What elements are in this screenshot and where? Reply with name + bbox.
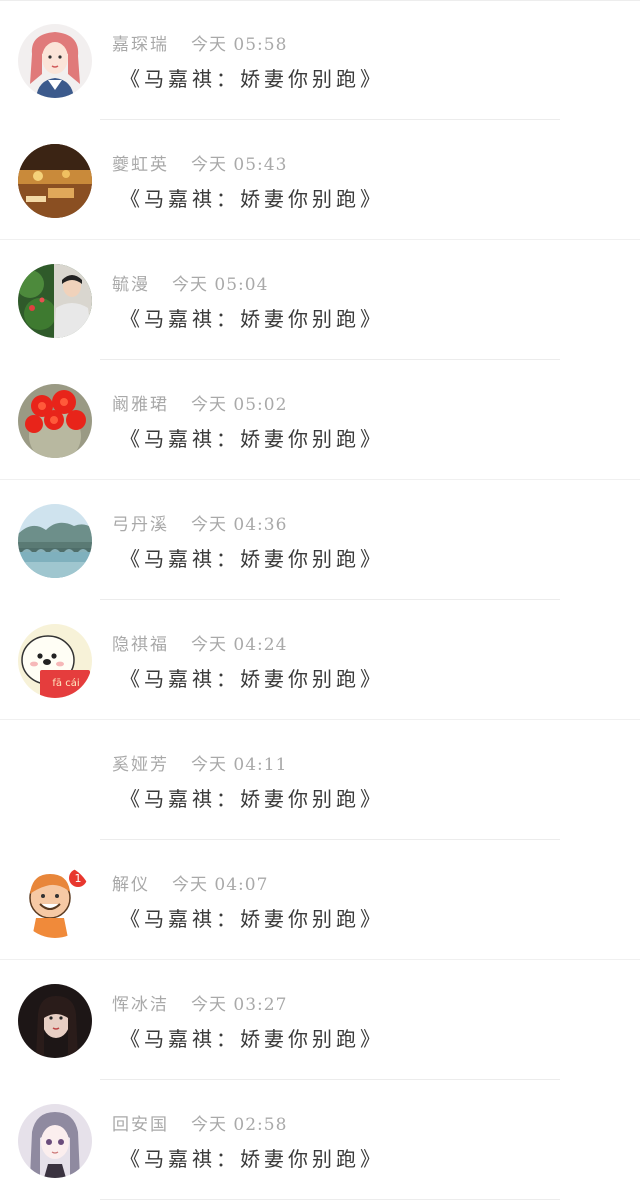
message-text: 《马嘉祺：娇妻你别跑》 [120, 187, 384, 211]
message-meta: 恽冰洁 今天 03:27 [112, 990, 287, 1016]
message-text: 《马嘉祺：娇妻你别跑》 [120, 667, 384, 691]
man-in-garden-avatar[interactable] [18, 264, 92, 338]
message-time: 今天 04:36 [191, 515, 288, 535]
message-meta: 阚雅珺 今天 05:02 [112, 390, 287, 416]
sender-name: 回安国 [112, 1115, 169, 1135]
message-row[interactable]: 嘉琛瑞 今天 05:58 《马嘉祺：娇妻你别跑》 [0, 0, 640, 120]
girl-red-hair-avatar[interactable] [18, 24, 92, 98]
sender-name: 嘉琛瑞 [112, 35, 169, 55]
sender-name: 弓丹溪 [112, 515, 169, 535]
message-row[interactable]: 弓丹溪 今天 04:36 《马嘉祺：娇妻你别跑》 [0, 480, 640, 600]
message-time: 今天 04:24 [191, 635, 288, 655]
message-meta: 夔虹英 今天 05:43 [112, 150, 287, 176]
message-time: 今天 04:07 [172, 875, 269, 895]
message-meta: 奚娅芳 今天 04:11 [112, 750, 287, 776]
message-row[interactable]: 1 解仪 今天 04:07 《马嘉祺：娇妻你别跑》 [0, 840, 640, 960]
message-time: 今天 05:43 [191, 155, 288, 175]
cartoon-boy-avatar[interactable]: 1 [18, 864, 92, 938]
cartoon-seal-facai-avatar[interactable]: fā cái [18, 624, 92, 698]
message-row[interactable]: 恽冰洁 今天 03:27 《马嘉祺：娇妻你别跑》 [0, 960, 640, 1080]
message-time: 今天 04:11 [191, 755, 288, 775]
anime-girl-avatar[interactable] [18, 1104, 92, 1178]
message-row[interactable]: 毓漫 今天 05:04 《马嘉祺：娇妻你别跑》 [0, 240, 640, 360]
facai-text: fā cái [52, 677, 79, 689]
message-text: 《马嘉祺：娇妻你别跑》 [120, 1147, 384, 1171]
row-divider [100, 1199, 560, 1200]
sender-name: 解仪 [112, 875, 150, 895]
dark-hair-girl-avatar[interactable] [18, 984, 92, 1058]
sender-name: 夔虹英 [112, 155, 169, 175]
sender-name: 奚娅芳 [112, 755, 169, 775]
red-cactus-flower-avatar[interactable] [18, 384, 92, 458]
message-meta: 隐祺福 今天 04:24 [112, 630, 287, 656]
message-row[interactable]: fā cái 隐祺福 今天 04:24 《马嘉祺：娇妻你别跑》 [0, 600, 640, 720]
message-text: 《马嘉祺：娇妻你别跑》 [120, 67, 384, 91]
message-text: 《马嘉祺：娇妻你别跑》 [120, 787, 384, 811]
sender-name: 阚雅珺 [112, 395, 169, 415]
message-text: 《马嘉祺：娇妻你别跑》 [120, 547, 384, 571]
message-time: 今天 05:58 [191, 35, 288, 55]
message-meta: 解仪 今天 04:07 [112, 870, 268, 896]
message-row[interactable]: 回安国 今天 02:58 《马嘉祺：娇妻你别跑》 [0, 1080, 640, 1200]
message-text: 《马嘉祺：娇妻你别跑》 [120, 907, 384, 931]
message-text: 《马嘉祺：娇妻你别跑》 [120, 1027, 384, 1051]
bridge-lake-avatar[interactable] [18, 504, 92, 578]
message-text: 《马嘉祺：娇妻你别跑》 [120, 427, 384, 451]
message-time: 今天 05:04 [172, 275, 269, 295]
badge-number: 1 [75, 872, 82, 885]
warm-street-photo-avatar[interactable] [18, 144, 92, 218]
message-meta: 回安国 今天 02:58 [112, 1110, 287, 1136]
sender-name: 恽冰洁 [112, 995, 169, 1015]
message-row[interactable]: 夔虹英 今天 05:43 《马嘉祺：娇妻你别跑》 [0, 120, 640, 240]
message-text: 《马嘉祺：娇妻你别跑》 [120, 307, 384, 331]
message-time: 今天 05:02 [191, 395, 288, 415]
message-time: 今天 02:58 [191, 1115, 288, 1135]
message-row[interactable]: 奚娅芳 今天 04:11 《马嘉祺：娇妻你别跑》 [0, 720, 640, 840]
sender-name: 隐祺福 [112, 635, 169, 655]
sender-name: 毓漫 [112, 275, 150, 295]
message-list: 嘉琛瑞 今天 05:58 《马嘉祺：娇妻你别跑》 夔虹英 今天 05:43 《马嘉祺… [0, 0, 640, 1204]
message-meta: 嘉琛瑞 今天 05:58 [112, 30, 287, 56]
message-meta: 毓漫 今天 05:04 [112, 270, 268, 296]
blank-avatar[interactable] [18, 744, 92, 818]
message-meta: 弓丹溪 今天 04:36 [112, 510, 287, 536]
message-row[interactable]: 阚雅珺 今天 05:02 《马嘉祺：娇妻你别跑》 [0, 360, 640, 480]
message-time: 今天 03:27 [191, 995, 288, 1015]
